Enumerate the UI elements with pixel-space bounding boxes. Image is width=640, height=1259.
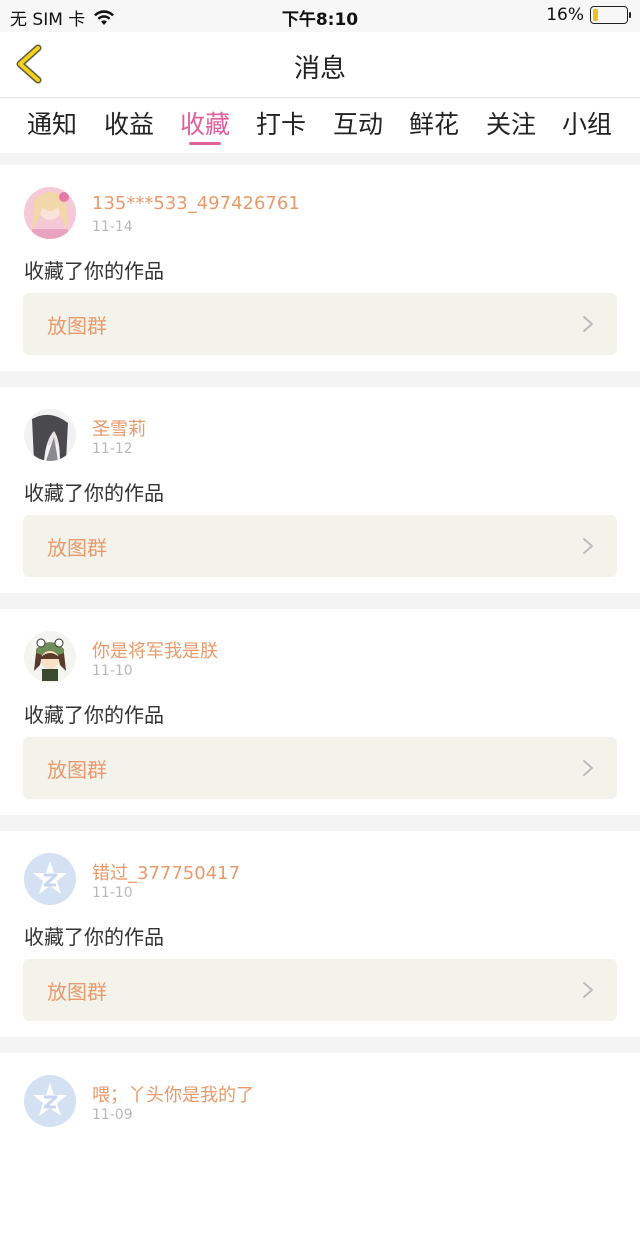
work-title: 放图群 — [47, 758, 107, 782]
nav-bar: 消息 — [0, 32, 640, 98]
chevron-right-icon — [583, 982, 593, 998]
work-link[interactable]: 放图群 — [23, 515, 617, 577]
status-right: 16% — [546, 5, 631, 25]
action-text: 收藏了你的作品 — [24, 481, 164, 505]
avatar[interactable] — [24, 1075, 76, 1127]
battery-fill — [593, 9, 599, 21]
message-card: 错过_377750417 11-10 收藏了你的作品放图群 — [0, 831, 640, 1037]
chevron-right-icon — [583, 316, 593, 332]
tab-flowers[interactable]: 鲜花 — [399, 105, 469, 141]
action-text: 收藏了你的作品 — [24, 925, 164, 949]
work-title: 放图群 — [47, 314, 107, 338]
message-date: 11-14 — [92, 219, 133, 235]
status-bar: 无 SIM 卡 下午8:10 16% — [0, 0, 640, 32]
avatar[interactable] — [24, 631, 76, 683]
message-card: 135***533_497426761 11-14 收藏了你的作品放图群 — [0, 165, 640, 371]
battery-icon — [590, 6, 631, 24]
work-link[interactable]: 放图群 — [23, 737, 617, 799]
battery-percent: 16% — [546, 5, 584, 25]
username[interactable]: 你是将军我是朕 — [92, 637, 218, 663]
username[interactable]: 圣雪莉 — [92, 415, 146, 441]
username[interactable]: 135***533_497426761 — [92, 193, 300, 214]
tab-follow[interactable]: 关注 — [476, 105, 546, 141]
message-card: 喂；丫头你是我的了 11-09 — [0, 1053, 640, 1259]
avatar[interactable] — [24, 187, 76, 239]
tab-bar: 通知 收益 收藏 打卡 互动 鲜花 关注 小组 — [0, 99, 640, 153]
tab-notify[interactable]: 通知 — [17, 105, 87, 141]
tab-earnings[interactable]: 收益 — [94, 105, 164, 141]
action-text: 收藏了你的作品 — [24, 259, 164, 283]
message-card: 圣雪莉 11-12 收藏了你的作品放图群 — [0, 387, 640, 593]
avatar[interactable] — [24, 853, 76, 905]
action-text: 收藏了你的作品 — [24, 703, 164, 727]
tab-checkin[interactable]: 打卡 — [246, 105, 316, 141]
tab-interaction[interactable]: 互动 — [323, 105, 393, 141]
message-date: 11-12 — [92, 441, 133, 457]
chevron-right-icon — [583, 760, 593, 776]
work-title: 放图群 — [47, 980, 107, 1004]
status-time: 下午8:10 — [281, 10, 359, 30]
work-title: 放图群 — [47, 536, 107, 560]
page-title: 消息 — [293, 54, 346, 84]
message-date: 11-10 — [92, 663, 133, 679]
active-tab-indicator — [189, 142, 221, 145]
message-date: 11-10 — [92, 885, 133, 901]
message-card: 你是将军我是朕 11-10 收藏了你的作品放图群 — [0, 609, 640, 815]
tab-favorites[interactable]: 收藏 — [170, 105, 240, 141]
tab-groups[interactable]: 小组 — [552, 105, 622, 141]
username[interactable]: 错过_377750417 — [92, 859, 240, 885]
work-link[interactable]: 放图群 — [23, 293, 617, 355]
chevron-right-icon — [583, 538, 593, 554]
username[interactable]: 喂；丫头你是我的了 — [92, 1081, 254, 1107]
work-link[interactable]: 放图群 — [23, 959, 617, 1021]
avatar[interactable] — [24, 409, 76, 461]
message-date: 11-09 — [92, 1107, 133, 1123]
